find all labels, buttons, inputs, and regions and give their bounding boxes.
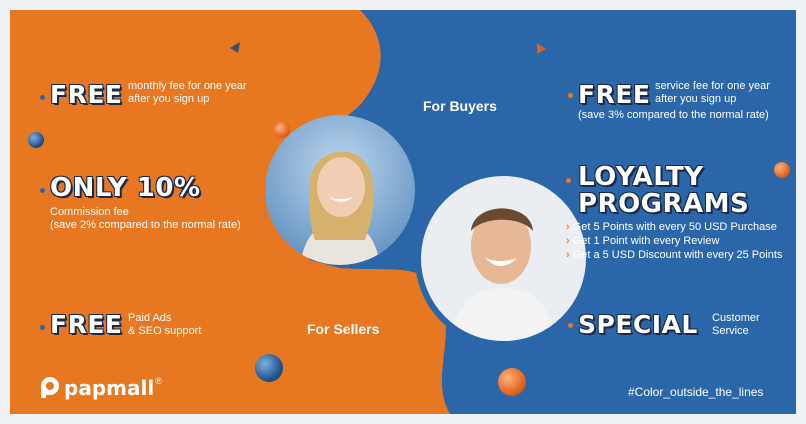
loyalty-item: Get 1 Point with every Review — [566, 235, 720, 247]
bullet-dot — [40, 188, 45, 193]
loyalty-headline-line2: PROGRAMS — [578, 189, 750, 219]
woman-photo — [265, 115, 415, 265]
decorative-ball-blue — [28, 132, 44, 148]
bullet-dot — [568, 323, 573, 328]
seller-free-desc: monthly fee for one year after you sign … — [128, 80, 247, 106]
papmall-logo-icon — [41, 377, 59, 398]
buyer-free-line2: after you sign up — [655, 93, 737, 105]
special-desc: Customer Service — [712, 312, 760, 338]
bullet-dot — [568, 93, 573, 98]
seller-ads-desc: Paid Ads & SEO support — [128, 312, 201, 338]
loyalty-item: Get a 5 USD Discount with every 25 Point… — [566, 249, 783, 261]
seller-ads-line1: Paid Ads — [128, 312, 172, 324]
seller-free-line1: monthly fee for one year — [128, 80, 247, 92]
bullet-dot — [40, 325, 45, 330]
decorative-ball-blue — [255, 354, 283, 382]
seller-commission-line2: (save 2% compared to the normal rate) — [50, 219, 241, 231]
seller-commission-desc: Commission fee (save 2% compared to the … — [50, 206, 241, 232]
buyer-free-line1: service fee for one year — [655, 80, 770, 92]
loyalty-headline-line1: LOYALTY — [578, 162, 704, 192]
bullet-dot — [40, 95, 45, 100]
for-sellers-label: For Sellers — [307, 321, 380, 337]
loyalty-headline: LOYALTY PROGRAMS — [578, 164, 749, 218]
seller-ads-headline: FREE — [50, 310, 123, 339]
triangle-decoration-icon — [230, 42, 240, 53]
buyer-free-headline: FREE — [578, 80, 651, 109]
special-headline: SPECIAL — [578, 310, 698, 339]
special-line2: Service — [712, 325, 749, 337]
seller-ads-line2: & SEO support — [128, 325, 202, 337]
seller-commission-line1: Commission fee — [50, 206, 129, 218]
promo-banner: FREE monthly fee for one year after you … — [10, 10, 796, 414]
hashtag: #Color_outside_the_lines — [628, 385, 764, 399]
decorative-ball-orange — [498, 368, 526, 396]
seller-commission-headline: ONLY 10% — [50, 173, 201, 203]
registered-mark: ® — [155, 376, 162, 386]
buyer-free-desc: service fee for one year after you sign … — [655, 80, 770, 106]
loyalty-item: Get 5 Points with every 50 USD Purchase — [566, 221, 777, 233]
papmall-logo: papmall ® — [38, 376, 162, 400]
seller-free-line2: after you sign up — [128, 93, 210, 105]
for-buyers-label: For Buyers — [423, 98, 497, 114]
decorative-ball-orange — [774, 162, 790, 178]
seller-free-headline: FREE — [50, 80, 123, 109]
special-line1: Customer — [712, 312, 760, 324]
triangle-decoration-icon — [537, 43, 546, 54]
papmall-wordmark: papmall — [64, 376, 155, 400]
buyer-free-note: (save 3% compared to the normal rate) — [578, 109, 769, 121]
bullet-dot — [566, 178, 571, 183]
